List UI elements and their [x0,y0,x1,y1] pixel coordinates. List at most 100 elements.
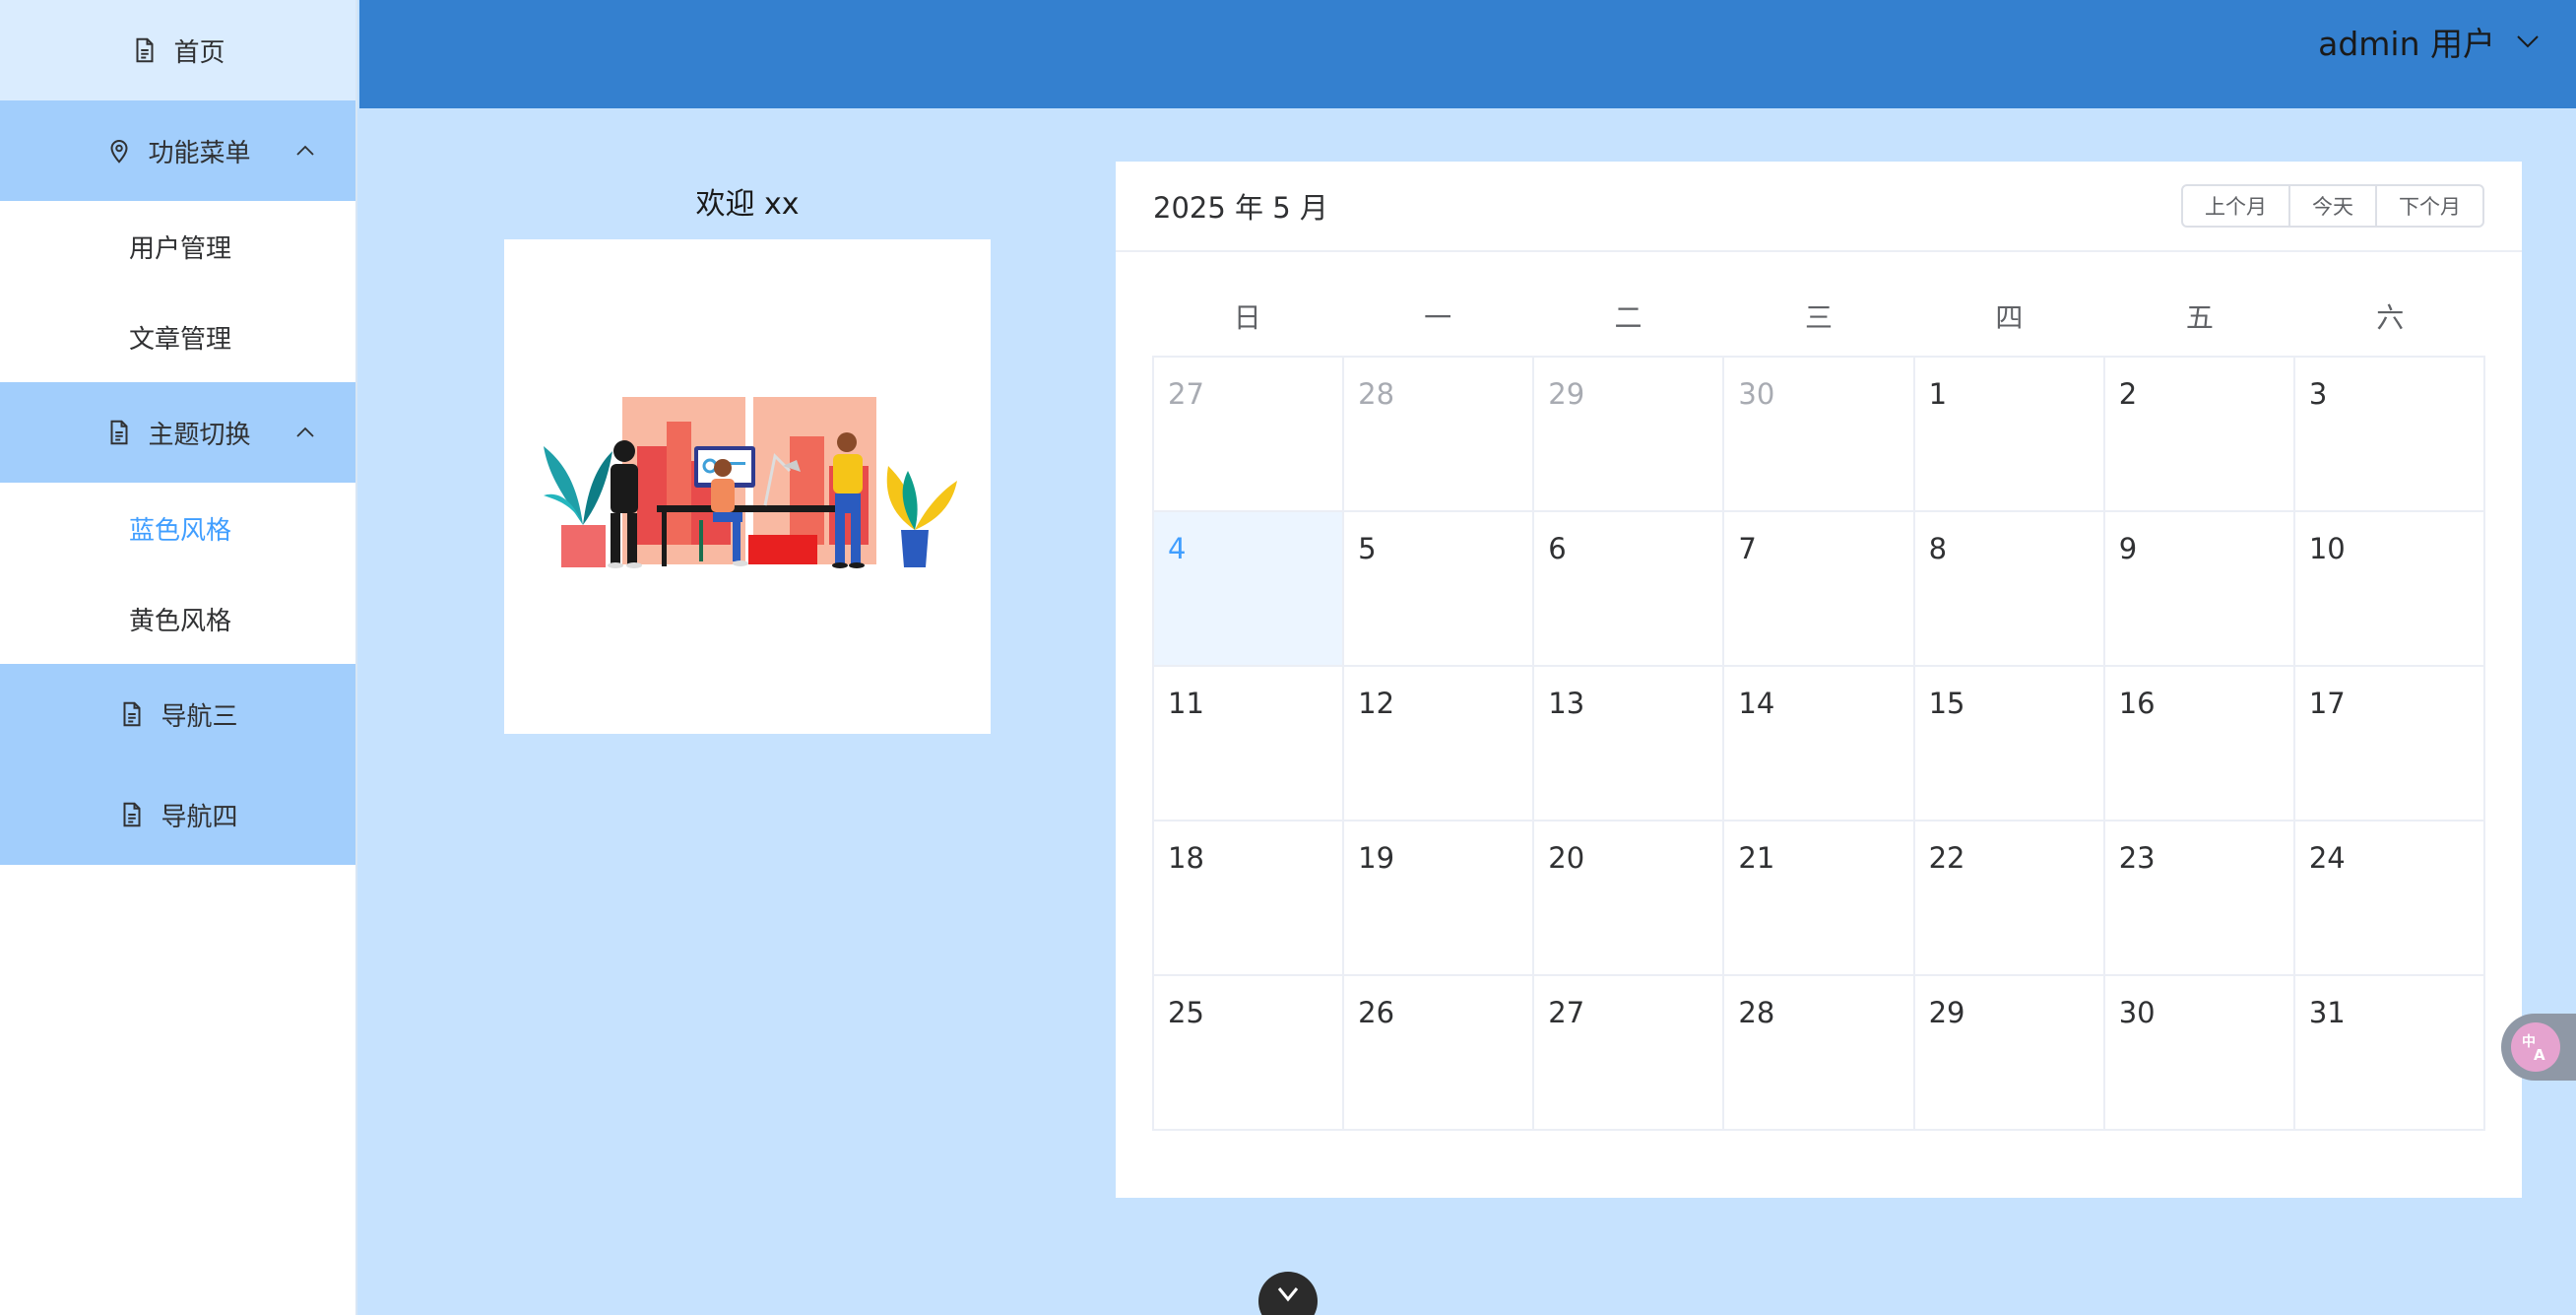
location-pin-icon [110,140,128,164]
day-number: 9 [2118,532,2138,565]
calendar-day-cell[interactable]: 20 [1534,822,1725,976]
sidebar-item-user-management[interactable]: 用户管理 [0,201,355,292]
calendar-day-cell[interactable]: 28 [1344,358,1535,512]
day-number: 17 [2308,687,2346,720]
calendar-day-cell[interactable]: 21 [1724,822,1915,976]
chevron-down-icon [1277,1287,1299,1302]
user-dropdown[interactable]: admin 用户 [2318,18,2541,65]
sidebar-item-home[interactable]: 首页 [0,0,355,100]
calendar-day-cell[interactable]: 2 [2104,358,2295,512]
day-number: 25 [1168,996,1204,1029]
day-number: 14 [1738,687,1775,720]
calendar-day-cell[interactable]: 13 [1534,667,1725,822]
calendar-day-cell[interactable]: 27 [1534,976,1725,1131]
translate-icon[interactable]: 中A [2511,1022,2560,1072]
calendar-day-cell[interactable]: 28 [1724,976,1915,1131]
calendar-day-cell[interactable]: 9 [2104,512,2295,667]
calendar-day-cell[interactable]: 23 [2104,822,2295,976]
sidebar-item-label: 导航三 [161,701,238,732]
calendar-day-cell[interactable]: 24 [2294,822,2485,976]
today-button[interactable]: 今天 [2288,184,2377,228]
calendar-day-cell[interactable]: 30 [2104,976,2295,1131]
top-header: admin 用户 [359,0,2576,108]
calendar-day-cell[interactable]: 31 [2294,976,2485,1131]
weekday-label: 三 [1804,300,1833,334]
document-icon [123,701,141,727]
calendar-day-cell[interactable]: 18 [1154,822,1345,976]
calendar-header: 2025 年 5 月 上个月 今天 下个月 [1116,162,2522,252]
day-number: 3 [2308,377,2328,411]
day-number: 11 [1168,687,1204,720]
document-icon [110,420,128,445]
scroll-down-button[interactable] [1258,1272,1318,1315]
calendar-body: 日一二三四五六 27 28 29 30 1 2 3 4 5 6 7 8 9 10 11 12 13 14 15 16 1… [1152,276,2485,1131]
translate-widget[interactable]: 中A [2501,1014,2576,1081]
chevron-up-icon [296,427,314,437]
prev-month-button[interactable]: 上个月 [2181,184,2290,228]
calendar-day-cell[interactable]: 3 [2294,358,2485,512]
submenu-label: 主题切换 [148,420,251,450]
day-number: 29 [1928,996,1965,1029]
day-number: 13 [1548,687,1585,720]
calendar-title: 2025 年 5 月 [1153,191,1328,225]
calendar-day-cell[interactable]: 14 [1724,667,1915,822]
user-name: admin 用户 [2318,25,2495,63]
calendar-grid: 27 28 29 30 1 2 3 4 5 6 7 8 9 10 11 12 13 14 15 16 17 18 19 20 2… [1152,356,2485,1131]
weekday-label: 二 [1614,300,1642,334]
sidebar-item-nav4[interactable]: 导航四 [0,764,355,865]
calendar-day-cell[interactable]: 27 [1154,358,1345,512]
calendar-day-cell[interactable]: 4 [1154,512,1345,667]
day-number: 10 [2308,532,2346,565]
calendar-day-cell[interactable]: 12 [1344,667,1535,822]
day-number: 30 [1738,377,1775,411]
calendar-day-cell[interactable]: 1 [1914,358,2105,512]
sidebar-item-nav3[interactable]: 导航三 [0,664,355,764]
calendar-day-cell[interactable]: 25 [1154,976,1345,1131]
calendar-day-cell[interactable]: 30 [1724,358,1915,512]
chevron-down-icon [2517,35,2539,48]
calendar-day-cell[interactable]: 22 [1914,822,2105,976]
day-number: 26 [1358,996,1395,1029]
next-month-button[interactable]: 下个月 [2375,184,2484,228]
day-number: 22 [1928,841,1965,875]
day-number: 15 [1928,687,1965,720]
welcome-illustration [504,239,991,734]
day-number: 28 [1738,996,1775,1029]
calendar-day-cell[interactable]: 17 [2294,667,2485,822]
sidebar-item-blue-theme[interactable]: 蓝色风格 [0,483,355,573]
calendar-day-cell[interactable]: 16 [2104,667,2295,822]
calendar-day-cell[interactable]: 8 [1914,512,2105,667]
day-number: 6 [1548,532,1567,565]
day-number: 31 [2308,996,2346,1029]
sidebar-item-label: 首页 [173,37,225,68]
day-number: 4 [1168,532,1187,565]
day-number: 5 [1358,532,1377,565]
submenu-theme[interactable]: 主题切换 [0,382,355,483]
calendar-day-cell[interactable]: 26 [1344,976,1535,1131]
day-number: 18 [1168,841,1204,875]
weekday-label: 五 [2185,300,2214,334]
calendar-day-cell[interactable]: 11 [1154,667,1345,822]
office-illustration [544,397,957,568]
calendar-day-cell[interactable]: 29 [1534,358,1725,512]
day-number: 28 [1358,377,1395,411]
calendar-day-cell[interactable]: 15 [1914,667,2105,822]
calendar-day-cell[interactable]: 7 [1724,512,1915,667]
weekday-row: 日一二三四五六 [1152,276,2485,356]
weekday-label: 六 [2376,300,2405,334]
day-number: 23 [2118,841,2156,875]
day-number: 12 [1358,687,1395,720]
day-number: 30 [2118,996,2156,1029]
calendar-day-cell[interactable]: 10 [2294,512,2485,667]
sidebar-item-yellow-theme[interactable]: 黄色风格 [0,573,355,664]
document-icon [123,802,141,827]
submenu-feature[interactable]: 功能菜单 [0,100,355,201]
calendar-day-cell[interactable]: 29 [1914,976,2105,1131]
day-number: 20 [1548,841,1585,875]
calendar-day-cell[interactable]: 5 [1344,512,1535,667]
weekday-label: 四 [1995,300,2024,334]
calendar-nav-buttons: 上个月 今天 下个月 [2181,184,2484,228]
calendar-day-cell[interactable]: 19 [1344,822,1535,976]
sidebar-item-article-management[interactable]: 文章管理 [0,292,355,382]
calendar-day-cell[interactable]: 6 [1534,512,1725,667]
